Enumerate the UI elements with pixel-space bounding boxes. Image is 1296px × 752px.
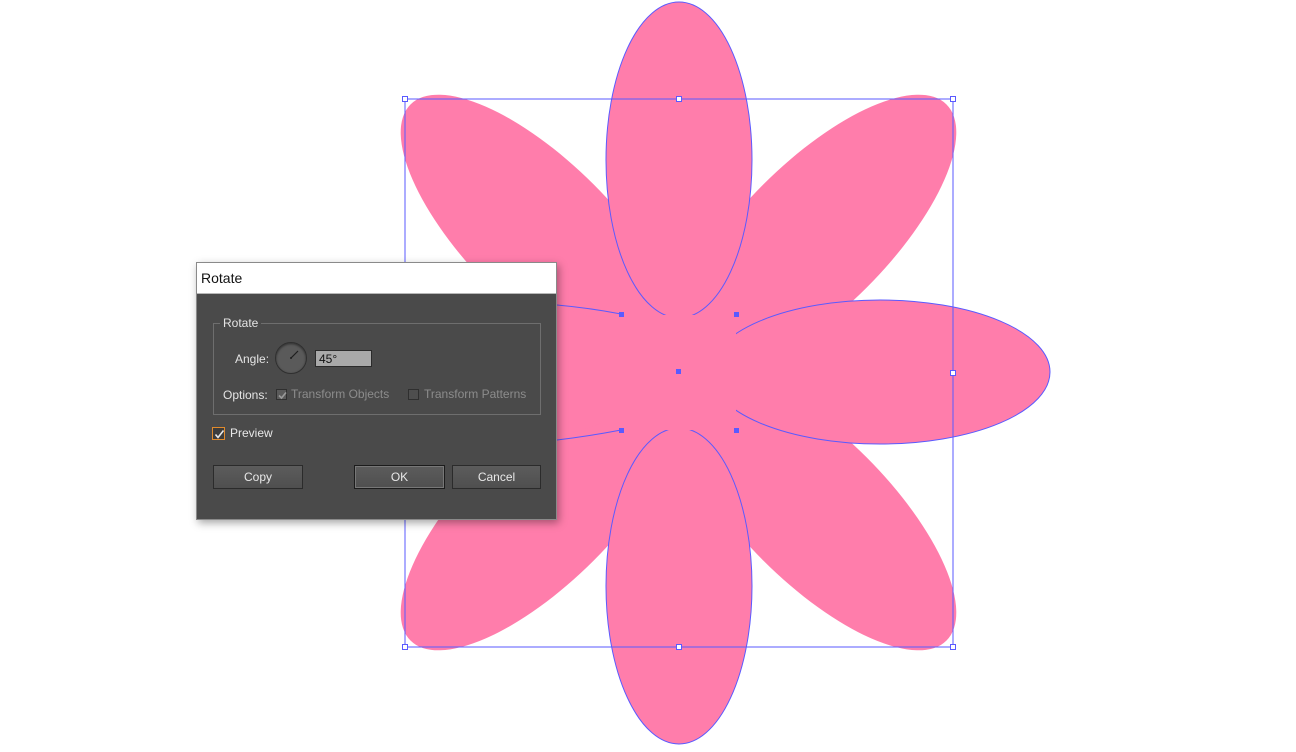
rotate-group: Rotate Angle: Options: Transform Objects… [213,315,541,415]
handle-middle-right[interactable] [950,370,956,376]
ok-button[interactable]: OK [354,465,445,489]
copy-button[interactable]: Copy [213,465,303,489]
dialog-title[interactable]: Rotate [197,263,556,294]
preview-label: Preview [230,426,273,440]
cancel-button[interactable]: Cancel [452,465,541,489]
rotate-group-label: Rotate [220,315,262,331]
petal-top [605,1,753,319]
handle-bottom-right[interactable] [950,644,956,650]
check-icon [214,430,225,439]
handle-top-middle[interactable] [676,96,682,102]
check-icon [278,391,287,400]
artboard-canvas[interactable] [0,0,1296,752]
transform-objects-label: Transform Objects [291,387,390,401]
handle-top-right[interactable] [950,96,956,102]
handle-top-left[interactable] [402,96,408,102]
angle-dial[interactable] [275,342,307,374]
preview-checkbox[interactable] [212,427,225,440]
angle-input[interactable] [315,350,372,367]
handle-bottom-middle[interactable] [676,644,682,650]
angle-label: Angle: [235,352,270,366]
transform-patterns-checkbox[interactable] [408,389,419,400]
options-label: Options: [223,388,268,402]
handle-bottom-left[interactable] [402,644,408,650]
petal-right [709,299,1051,445]
transform-patterns-label: Transform Patterns [424,387,527,401]
dial-icon [290,350,299,359]
rotate-dialog: Rotate Rotate Angle: Options: Transform … [196,262,557,520]
transform-objects-checkbox[interactable] [276,389,287,400]
petal-bottom [605,427,753,745]
